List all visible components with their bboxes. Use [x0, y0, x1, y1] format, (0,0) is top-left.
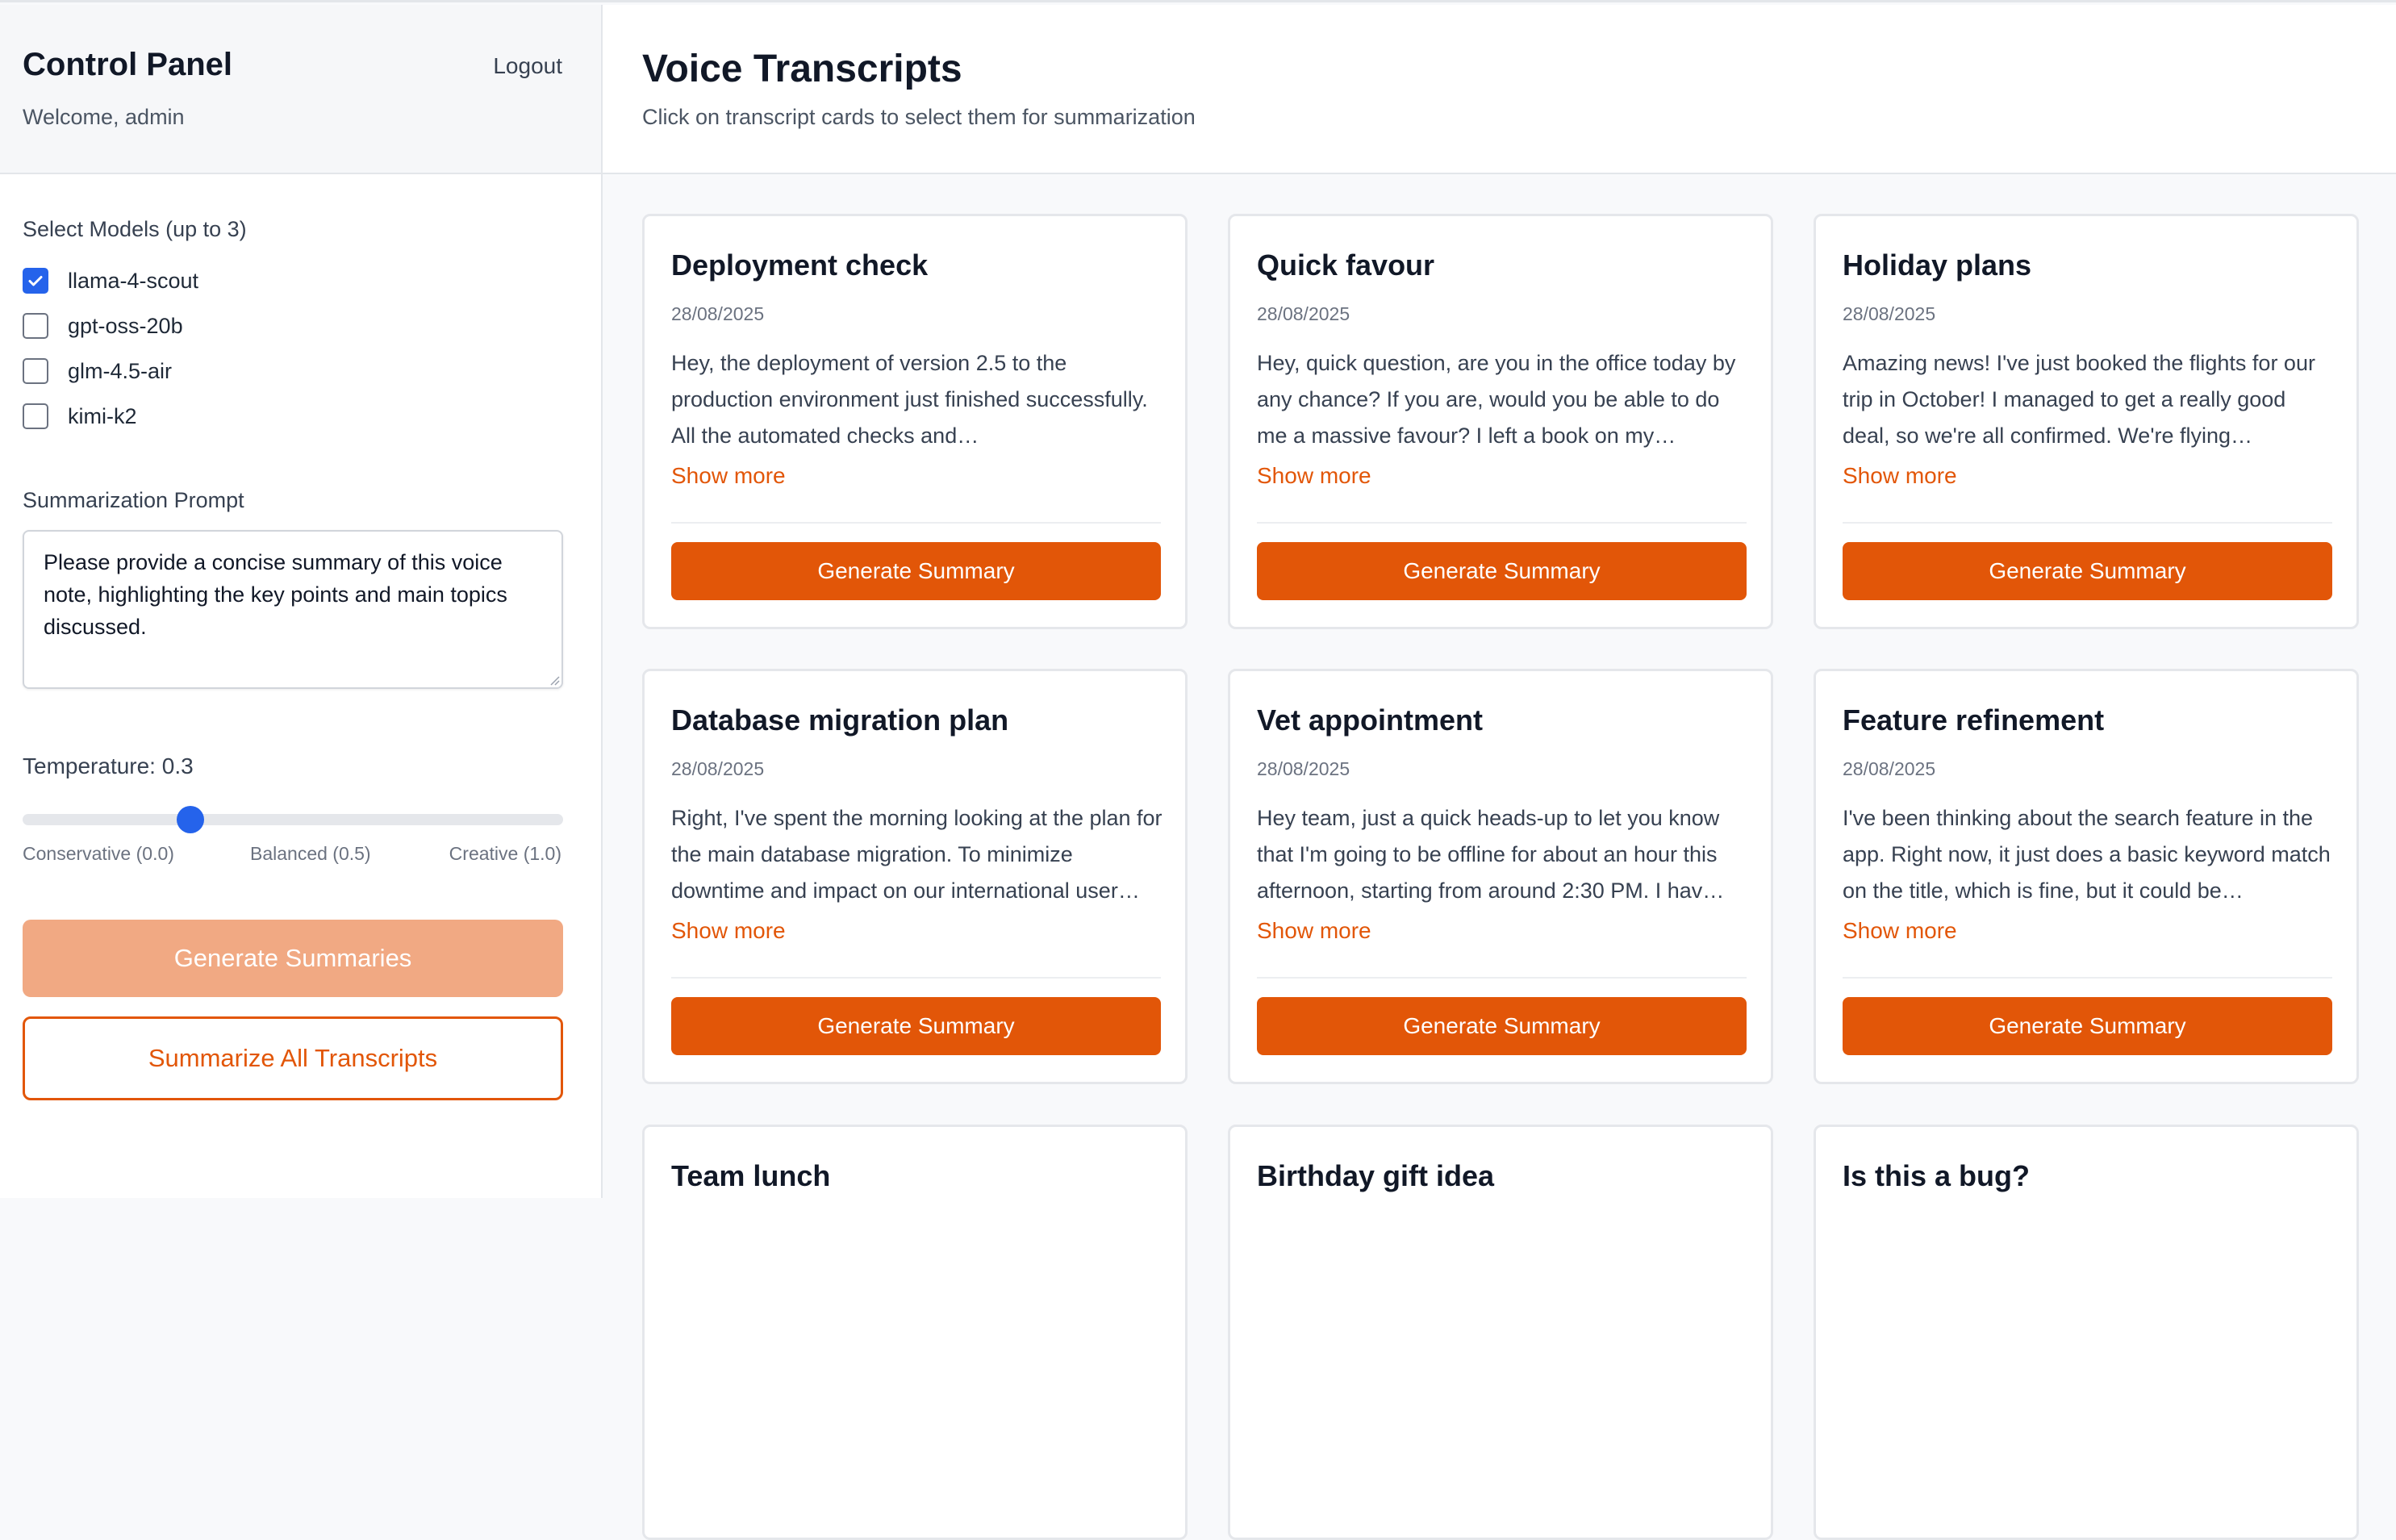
card-excerpt: Hey team, just a quick heads-up to let y…	[1257, 806, 1725, 903]
temperature-label: Temperature: 0.3	[23, 753, 194, 778]
slider-max-label: Creative (1.0)	[449, 843, 561, 864]
model-checkbox[interactable]	[23, 403, 48, 429]
transcript-card[interactable]: Feature refinement 28/08/2025 I've been …	[1814, 669, 2359, 1084]
card-divider	[1257, 977, 1747, 979]
model-label: llama-4-scout	[68, 268, 199, 293]
card-excerpt: I've been thinking about the search feat…	[1843, 806, 2331, 903]
model-option-kimi-k2[interactable]: kimi-k2	[23, 402, 137, 431]
card-divider	[671, 977, 1161, 979]
show-more-link[interactable]: Show more	[671, 463, 786, 489]
transcript-card[interactable]: Database migration plan 28/08/2025 Right…	[642, 669, 1188, 1084]
welcome-text: Welcome, admin	[23, 105, 185, 129]
card-divider	[1843, 522, 2332, 524]
transcript-card[interactable]: Vet appointment 28/08/2025 Hey team, jus…	[1228, 669, 1773, 1084]
card-divider	[671, 522, 1161, 524]
temperature-slider-thumb[interactable]	[177, 806, 204, 833]
transcript-card[interactable]: Team lunch	[642, 1125, 1188, 1540]
card-date: 28/08/2025	[1257, 758, 1350, 779]
card-title: Deployment check	[671, 248, 929, 282]
card-title: Is this a bug?	[1843, 1159, 2031, 1192]
model-label: gpt-oss-20b	[68, 313, 183, 338]
transcript-card[interactable]: Is this a bug?	[1814, 1125, 2359, 1540]
prompt-label: Summarization Prompt	[23, 488, 244, 512]
card-excerpt: Right, I've spent the morning looking at…	[671, 806, 1163, 903]
logout-button[interactable]: Logout	[493, 53, 562, 79]
card-title: Quick favour	[1257, 248, 1435, 282]
card-date: 28/08/2025	[671, 303, 765, 324]
model-option-gpt-oss-20b[interactable]: gpt-oss-20b	[23, 311, 183, 340]
show-more-link[interactable]: Show more	[671, 918, 786, 944]
generate-summary-button[interactable]: Generate Summary	[671, 542, 1161, 600]
card-excerpt: Hey, the deployment of version 2.5 to th…	[671, 351, 1148, 448]
slider-mid-label: Balanced (0.5)	[250, 843, 371, 864]
card-excerpt: Amazing news! I've just booked the fligh…	[1843, 351, 2315, 448]
temperature-slider-track[interactable]	[23, 814, 563, 825]
card-title: Feature refinement	[1843, 703, 2105, 737]
page-title: Voice Transcripts	[642, 48, 962, 90]
check-icon	[28, 276, 43, 286]
model-checkbox[interactable]	[23, 268, 48, 294]
resize-grip-icon[interactable]	[549, 674, 560, 686]
slider-min-label: Conservative (0.0)	[23, 843, 174, 864]
card-excerpt: Hey, quick question, are you in the offi…	[1257, 351, 1736, 448]
card-title: Holiday plans	[1843, 248, 2032, 282]
model-checkbox[interactable]	[23, 358, 48, 384]
card-date: 28/08/2025	[1843, 303, 1936, 324]
card-title: Team lunch	[671, 1159, 831, 1192]
generate-summary-button[interactable]: Generate Summary	[671, 997, 1161, 1055]
model-option-llama-4-scout[interactable]: llama-4-scout	[23, 266, 198, 295]
app-window: Control Panel Welcome, admin Logout Sele…	[0, 0, 2396, 1540]
card-divider	[1257, 522, 1747, 524]
generate-summary-button[interactable]: Generate Summary	[1843, 542, 2332, 600]
card-date: 28/08/2025	[1257, 303, 1350, 324]
main-header: Voice Transcripts Click on transcript ca…	[603, 5, 2396, 174]
generate-summary-button[interactable]: Generate Summary	[1843, 997, 2332, 1055]
card-title: Birthday gift idea	[1257, 1159, 1495, 1192]
transcript-card[interactable]: Holiday plans 28/08/2025 Amazing news! I…	[1814, 214, 2359, 629]
model-label: kimi-k2	[68, 403, 137, 428]
prompt-textarea[interactable]	[23, 530, 563, 689]
sidebar-title: Control Panel	[23, 47, 233, 82]
card-divider	[1843, 977, 2332, 979]
sidebar-header: Control Panel Welcome, admin Logout	[0, 5, 601, 174]
show-more-link[interactable]: Show more	[1257, 463, 1371, 489]
main-content: Voice Transcripts Click on transcript ca…	[603, 5, 2396, 1540]
model-label: glm-4.5-air	[68, 358, 173, 383]
sidebar: Control Panel Welcome, admin Logout Sele…	[0, 5, 603, 1198]
show-more-link[interactable]: Show more	[1843, 918, 1957, 944]
show-more-link[interactable]: Show more	[1257, 918, 1371, 944]
show-more-link[interactable]: Show more	[1843, 463, 1957, 489]
model-checkbox[interactable]	[23, 313, 48, 339]
generate-summaries-button[interactable]: Generate Summaries	[23, 920, 563, 997]
card-title: Database migration plan	[671, 703, 1009, 737]
page-subtitle: Click on transcript cards to select them…	[642, 105, 1196, 129]
card-date: 28/08/2025	[1843, 758, 1936, 779]
generate-summary-button[interactable]: Generate Summary	[1257, 997, 1747, 1055]
transcript-card[interactable]: Quick favour 28/08/2025 Hey, quick quest…	[1228, 214, 1773, 629]
transcript-card[interactable]: Deployment check 28/08/2025 Hey, the dep…	[642, 214, 1188, 629]
models-label: Select Models (up to 3)	[23, 217, 247, 241]
model-option-glm-4-5-air[interactable]: glm-4.5-air	[23, 357, 172, 386]
card-title: Vet appointment	[1257, 703, 1484, 737]
card-date: 28/08/2025	[671, 758, 765, 779]
generate-summary-button[interactable]: Generate Summary	[1257, 542, 1747, 600]
transcript-card[interactable]: Birthday gift idea	[1228, 1125, 1773, 1540]
summarize-all-button[interactable]: Summarize All Transcripts	[23, 1016, 563, 1100]
